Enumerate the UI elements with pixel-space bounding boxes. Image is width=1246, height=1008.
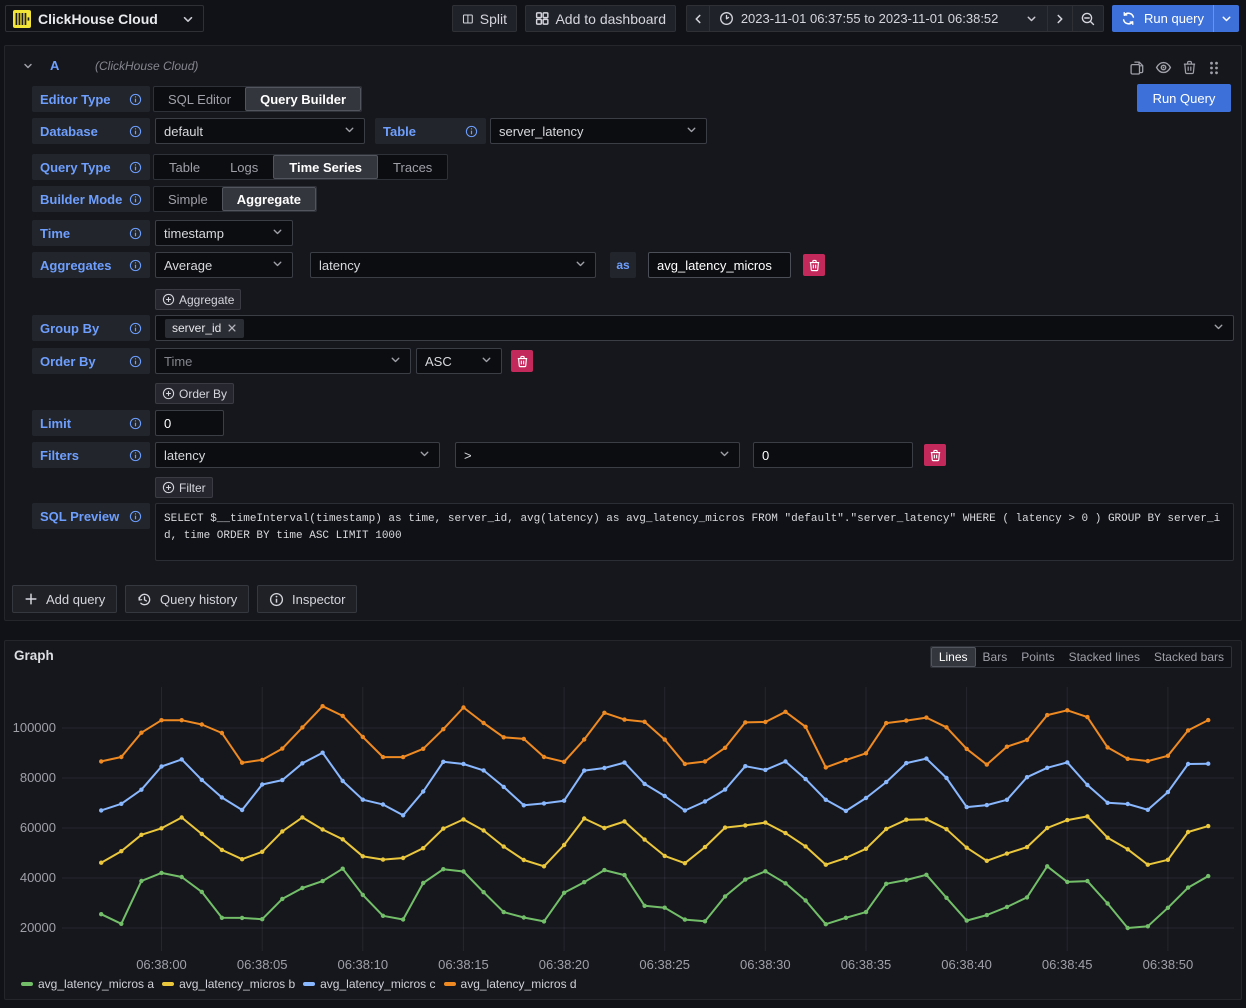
svg-text:06:38:40: 06:38:40 (941, 957, 992, 972)
svg-text:06:38:15: 06:38:15 (438, 957, 489, 972)
svg-text:80000: 80000 (20, 770, 56, 785)
svg-text:06:38:20: 06:38:20 (539, 957, 590, 972)
svg-text:20000: 20000 (20, 920, 56, 935)
svg-text:06:38:25: 06:38:25 (639, 957, 690, 972)
svg-text:06:38:50: 06:38:50 (1143, 957, 1194, 972)
svg-text:40000: 40000 (20, 870, 56, 885)
svg-text:100000: 100000 (13, 720, 56, 735)
svg-text:06:38:10: 06:38:10 (337, 957, 388, 972)
svg-text:06:38:00: 06:38:00 (136, 957, 187, 972)
svg-text:06:38:30: 06:38:30 (740, 957, 791, 972)
svg-text:06:38:05: 06:38:05 (237, 957, 288, 972)
svg-text:06:38:45: 06:38:45 (1042, 957, 1093, 972)
svg-text:60000: 60000 (20, 820, 56, 835)
svg-text:06:38:35: 06:38:35 (841, 957, 892, 972)
